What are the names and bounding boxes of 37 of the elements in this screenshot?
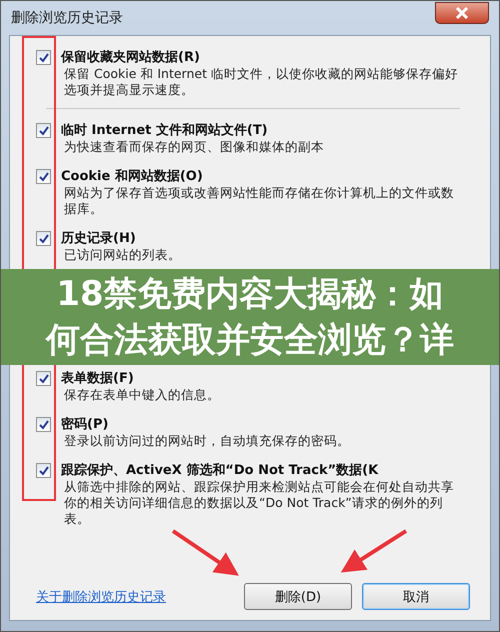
option-label: Cookie 和网站数据(O) [61, 168, 204, 185]
headline: 18禁免费内容大揭秘：如何合法获取并安全浏览？详 [44, 273, 455, 362]
checkbox[interactable] [36, 417, 51, 432]
option-label: 保留收藏夹网站数据(R) [61, 49, 201, 66]
close-button[interactable] [435, 2, 489, 24]
arrow [340, 529, 408, 572]
checkmark-icon [38, 172, 48, 182]
option-label: 跟踪保护、ActiveX 筛选和“Do Not Track”数据(K [61, 462, 380, 479]
dialog-button[interactable]: 删除(D) [244, 583, 352, 610]
checkbox[interactable] [36, 123, 51, 138]
option-label: 密码(P) [61, 416, 110, 433]
checkmark-icon [38, 234, 48, 244]
option-description: 为快速查看而保存的网页、图像和媒体的副本 [63, 139, 325, 155]
option-description: 已访问网站的列表。 [63, 247, 182, 263]
checkmark-icon [38, 420, 48, 430]
option-label: 表单数据(F) [61, 370, 135, 387]
checkbox[interactable] [36, 169, 51, 184]
checkmark-icon [38, 126, 48, 136]
help-link[interactable]: 关于删除浏览历史记录 [36, 588, 166, 606]
arrow [172, 529, 239, 576]
checkmark-icon [38, 52, 48, 62]
checkbox[interactable] [36, 231, 51, 246]
checkmark-icon [38, 374, 48, 384]
checkbox[interactable] [36, 463, 51, 478]
window-title: 删除浏览历史记录 [11, 9, 123, 27]
option-description: 保留 Cookie 和 Internet 临时文件，以使你收藏的网站能够保存偏好选项并提高显示速度。 [63, 66, 459, 98]
option-description: 网站为了保存首选项或改善网站性能而存储在你计算机上的文件或数据库。 [63, 185, 455, 217]
close-icon [455, 7, 469, 19]
option-label: 历史记录(H) [61, 230, 137, 247]
checkmark-icon [38, 466, 48, 476]
checkbox[interactable] [36, 50, 51, 65]
dialog-button[interactable]: 取消 [362, 583, 470, 610]
checkbox[interactable] [36, 371, 51, 386]
option-description: 保存在表单中键入的信息。 [63, 387, 221, 403]
option-label: 临时 Internet 文件和网站文件(T) [61, 122, 269, 139]
option-description: 登录以前访问过的网站时，自动填充保存的密码。 [63, 433, 351, 449]
option-description: 从筛选中排除的网站、跟踪保护用来检测站点可能会在何处自动共享你的相关访问详细信息的数据以及“Do Not Track”请求的例外的列表。 [63, 479, 455, 527]
